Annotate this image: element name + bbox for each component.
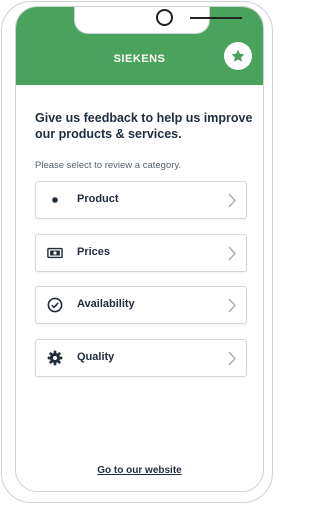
website-link[interactable]: Go to our website bbox=[16, 465, 263, 476]
category-prices[interactable]: Prices bbox=[35, 234, 247, 272]
check-circle-icon bbox=[47, 297, 63, 313]
chevron-right-icon bbox=[228, 246, 236, 261]
device-notch bbox=[74, 7, 242, 34]
bullet-icon bbox=[47, 192, 63, 208]
phone-frame: SIEKENS Give us feedback to help us impr… bbox=[1, 1, 273, 503]
instruction-text: Please select to review a category. bbox=[35, 160, 182, 171]
speaker-icon bbox=[190, 17, 242, 19]
chevron-right-icon bbox=[228, 193, 236, 208]
chevron-right-icon bbox=[228, 298, 236, 313]
category-quality[interactable]: Quality bbox=[35, 339, 247, 377]
favorite-button[interactable] bbox=[224, 42, 252, 70]
app-screen: SIEKENS Give us feedback to help us impr… bbox=[15, 6, 264, 492]
chevron-right-icon bbox=[228, 351, 236, 366]
category-label: Availability bbox=[77, 298, 135, 310]
feedback-heading: Give us feedback to help us improve our … bbox=[35, 111, 253, 141]
category-label: Quality bbox=[77, 351, 115, 363]
app-header: SIEKENS bbox=[16, 7, 263, 85]
category-label: Prices bbox=[77, 246, 111, 258]
category-availability[interactable]: Availability bbox=[35, 286, 247, 324]
category-product[interactable]: Product bbox=[35, 181, 247, 219]
gear-icon bbox=[47, 350, 63, 366]
category-label: Product bbox=[77, 193, 119, 205]
banknote-icon bbox=[47, 245, 63, 261]
camera-icon bbox=[156, 9, 173, 26]
star-icon bbox=[231, 49, 245, 62]
